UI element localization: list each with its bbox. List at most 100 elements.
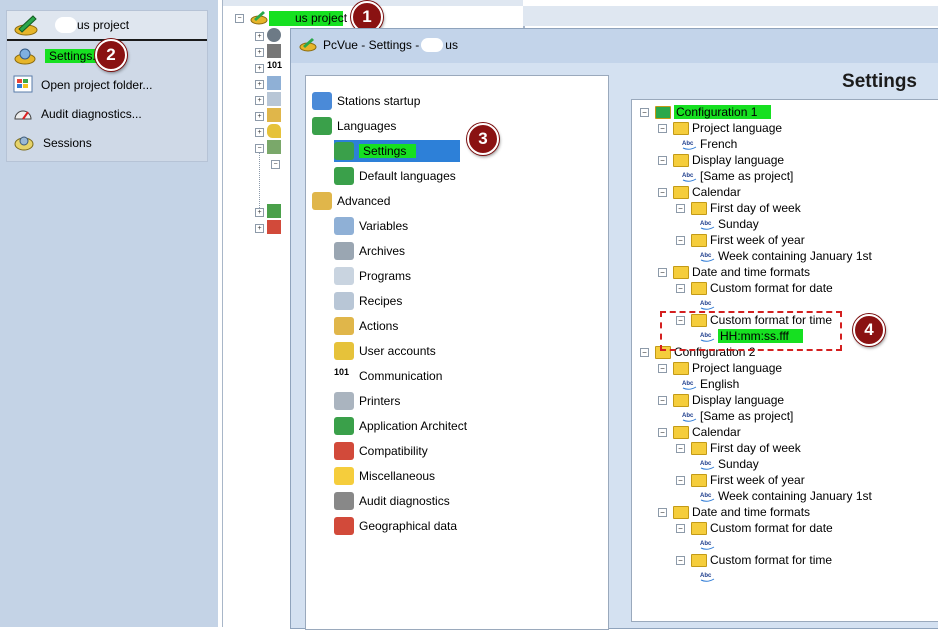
svg-text:Abc: Abc xyxy=(700,221,712,227)
folder-icon xyxy=(691,441,707,455)
folder-icon xyxy=(691,473,707,487)
nav-item-communication[interactable]: 101 Communication xyxy=(334,365,442,387)
nav-item-user-accounts[interactable]: User accounts xyxy=(334,340,436,362)
nav-item-languages[interactable]: Languages xyxy=(312,115,396,137)
display-icon xyxy=(267,76,281,90)
abc-value-icon: Abc xyxy=(700,253,715,262)
tree-node-label: Date and time formats xyxy=(692,265,811,279)
nav-item-variables[interactable]: Variables xyxy=(334,215,408,237)
nav-item-printers[interactable]: Printers xyxy=(334,390,400,412)
tree-toggle[interactable]: + xyxy=(255,48,264,57)
tree-folder-node[interactable]: − Date and time formats xyxy=(658,504,810,520)
tree-value-node[interactable]: Abc Sunday xyxy=(700,216,759,232)
tree-toggle[interactable]: − xyxy=(658,155,667,165)
nav-item-label: Stations startup xyxy=(337,94,421,108)
tree-value-node[interactable]: Abc [Same as project] xyxy=(682,168,793,184)
tree-toggle[interactable]: + xyxy=(255,112,264,121)
tree-folder-node[interactable]: − First day of week xyxy=(676,200,801,216)
tree-folder-node[interactable]: − Custom format for date xyxy=(676,520,833,536)
tree-toggle[interactable]: − xyxy=(676,203,685,213)
dialog-title-bar: PcVue - Settings - us xyxy=(299,34,458,56)
tree-folder-node[interactable]: − Display language xyxy=(658,152,784,168)
tree-toggle[interactable]: − xyxy=(676,283,685,293)
sessions-menu-item[interactable]: Sessions xyxy=(13,132,92,154)
tree-folder-node[interactable]: − Project language xyxy=(658,120,782,136)
tree-toggle[interactable]: + xyxy=(255,128,264,137)
nav-item-settings[interactable]: Settings xyxy=(334,140,460,162)
tree-value-node[interactable]: Abc Week containing January 1st xyxy=(700,488,872,504)
tree-toggle[interactable]: − xyxy=(676,235,685,245)
nav-item-recipes[interactable]: Recipes xyxy=(334,290,402,312)
tree-toggle[interactable]: − xyxy=(658,427,667,437)
nav-item-audit-diagnostics[interactable]: Audit diagnostics xyxy=(334,490,450,512)
document-icon xyxy=(267,140,281,154)
tree-folder-node[interactable]: − Custom format for time xyxy=(676,552,832,568)
tree-value-node[interactable]: Abc [Same as project] xyxy=(682,408,793,424)
tree-toggle[interactable]: − xyxy=(658,395,667,405)
tree-toggle[interactable]: + xyxy=(255,96,264,105)
tree-value-node[interactable]: Abc Week containing January 1st xyxy=(700,248,872,264)
nav-item-geographical-data[interactable]: Geographical data xyxy=(334,515,457,537)
tree-toggle[interactable]: − xyxy=(640,107,649,117)
tree-value-node[interactable]: Abc Sunday xyxy=(700,456,759,472)
audit-diagnostics-menu-item[interactable]: Audit diagnostics... xyxy=(13,103,142,125)
tree-toggle[interactable]: − xyxy=(235,14,244,23)
tree-folder-node[interactable]: − Custom format for date xyxy=(676,280,833,296)
settings-panel: Settings − Configuration 1− Project langua… xyxy=(621,63,938,628)
windows-folder-icon xyxy=(13,75,33,96)
tree-toggle[interactable]: − xyxy=(658,363,667,373)
key-icon xyxy=(267,124,281,138)
tree-folder-node[interactable]: − Display language xyxy=(658,392,784,408)
nav-item-default-languages[interactable]: Default languages xyxy=(334,165,456,187)
nav-item-programs[interactable]: Programs xyxy=(334,265,411,287)
nav-item-stations-startup[interactable]: Stations startup xyxy=(312,90,420,112)
tree-toggle[interactable]: − xyxy=(658,187,667,197)
open-project-folder-menu-item[interactable]: Open project folder... xyxy=(13,74,152,96)
tree-value-node[interactable]: Abc xyxy=(700,568,718,584)
tree-folder-node[interactable]: − First day of week xyxy=(676,440,801,456)
nav-item-advanced[interactable]: Advanced xyxy=(312,190,390,212)
tree-folder-node[interactable]: − Project language xyxy=(658,360,782,376)
printer-icon xyxy=(334,392,354,410)
actions-icon xyxy=(334,317,354,335)
house-icon xyxy=(334,517,354,535)
nav-item-application-architect[interactable]: Application Architect xyxy=(334,415,467,437)
tree-toggle[interactable]: − xyxy=(676,475,685,485)
tree-toggle[interactable]: − xyxy=(640,347,649,357)
tree-folder-node[interactable]: − First week of year xyxy=(676,472,805,488)
tree-toggle[interactable]: − xyxy=(658,267,667,277)
folder-icon xyxy=(655,105,671,119)
tree-toggle[interactable]: + xyxy=(255,208,264,217)
tree-node-label: Project language xyxy=(692,361,783,375)
tree-folder-node[interactable]: − Calendar xyxy=(658,424,741,440)
open-project-folder-label: Open project folder... xyxy=(41,78,153,92)
nav-item-miscellaneous[interactable]: Miscellaneous xyxy=(334,465,435,487)
tree-toggle[interactable]: − xyxy=(676,555,685,565)
tree-toggle[interactable]: + xyxy=(255,224,264,233)
tree-folder-node[interactable]: − First week of year xyxy=(676,232,805,248)
tree-toggle[interactable]: − xyxy=(658,507,667,517)
settings-menu-item[interactable]: Settings... xyxy=(13,45,107,67)
tree-toggle[interactable]: − xyxy=(271,160,280,169)
tree-toggle[interactable]: + xyxy=(255,32,264,41)
nav-item-label: Miscellaneous xyxy=(359,469,436,483)
tree-root-node[interactable]: − Configuration 1 xyxy=(640,104,772,120)
house-icon xyxy=(267,220,281,234)
tree-toggle[interactable]: + xyxy=(255,80,264,89)
tree-value-node[interactable]: Abc French xyxy=(682,136,737,152)
tree-value-node[interactable]: Abc English xyxy=(682,376,739,392)
project-root-label[interactable]: us project xyxy=(295,11,347,25)
tree-folder-node[interactable]: − Date and time formats xyxy=(658,264,810,280)
tree-toggle[interactable]: + xyxy=(255,64,264,73)
tree-value-node[interactable]: Abc xyxy=(700,296,718,312)
project-root-icon xyxy=(250,9,268,28)
nav-item-compatibility[interactable]: Compatibility xyxy=(334,440,428,462)
tree-toggle[interactable]: − xyxy=(658,123,667,133)
tree-toggle[interactable]: − xyxy=(676,443,685,453)
nav-item-label: Variables xyxy=(359,219,409,233)
nav-item-actions[interactable]: Actions xyxy=(334,315,398,337)
nav-item-archives[interactable]: Archives xyxy=(334,240,405,262)
tree-toggle[interactable]: − xyxy=(676,523,685,533)
tree-value-node[interactable]: Abc xyxy=(700,536,718,552)
tree-folder-node[interactable]: − Calendar xyxy=(658,184,741,200)
